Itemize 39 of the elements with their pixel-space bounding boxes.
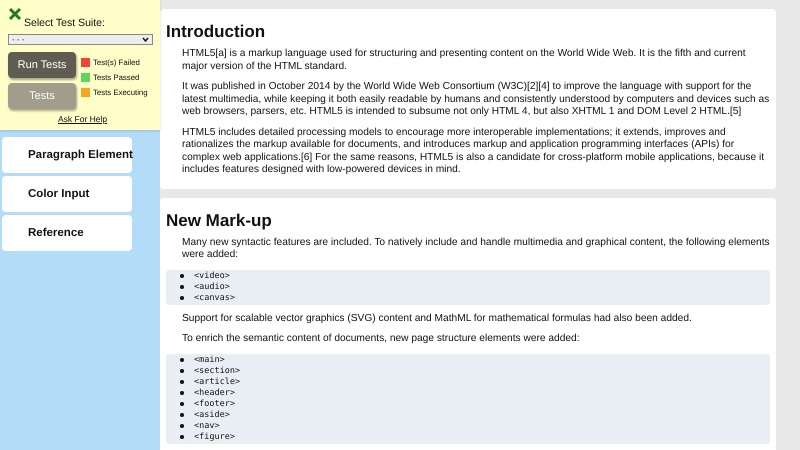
- close-icon[interactable]: [8, 7, 22, 21]
- paragraph: HTML5[a] is a markup language used for structuring and presenting content on the World Wide Web. It is the fifth and current major version of the HTML standard.: [181, 48, 747, 73]
- bullet-icon: [180, 358, 184, 362]
- code-item: <header>: [194, 388, 235, 398]
- panel-title: Select Test Suite:: [24, 17, 105, 29]
- bullet-icon: [180, 274, 184, 278]
- code-item: <video>: [194, 271, 230, 281]
- sidebar-item[interactable]: Paragraph Element: [2, 137, 132, 173]
- chevron-down-icon: [142, 37, 149, 42]
- code-item: <aside>: [194, 410, 230, 420]
- code-item: <figure>: [194, 432, 235, 442]
- code-item: <main>: [194, 355, 225, 365]
- sidebar-item[interactable]: Color Input: [2, 176, 132, 212]
- sidebar-item[interactable]: Reference: [2, 215, 132, 251]
- paragraph: HTML5 includes detailed processing models to encourage more interoperable implementations; it extends, improves and rationalizes the markup available for documents, and introduces markup and application programming interfaces (APIs) for complex web applications.[6] For the same reasons, HTML5 is also a candidate for cross-platform mobile applications, because it includes features designed with low-powered devices in mind.: [181, 126, 766, 176]
- code-item: <audio>: [194, 282, 230, 292]
- paragraph: It was published in October 2014 by the World Wide Web Consortium (W3C)[2][4] to improve the language with support for the latest multimedia, while keeping it both easily readable by humans and consistently understood by computers and devices such as web browsers, parsers, etc. HTML5 is intended to subsume not only HTML 4, but also XHTML 1 and DOM Level 2 HTML.[5]: [181, 81, 770, 118]
- bullet-icon: [180, 380, 184, 384]
- help-link[interactable]: Ask For Help: [58, 114, 108, 124]
- bullet-icon: [180, 391, 184, 395]
- section-heading: Introduction: [166, 22, 266, 42]
- test-button[interactable]: Run Tests: [8, 52, 76, 78]
- bullet-icon: [180, 402, 184, 406]
- bullet-icon: [180, 369, 184, 373]
- code-item: <section>: [194, 366, 240, 376]
- paragraph: Support for scalable vector graphics (SVG) content and MathML for mathematical formulas had also been added.: [181, 312, 693, 325]
- paragraph: Many new syntactic features are included. To natively include and handle multimedia and graphical content, the following elements were added:: [181, 236, 770, 262]
- bullet-icon: [180, 296, 184, 300]
- bullet-icon: [180, 435, 184, 439]
- suite-select[interactable]: - - -: [8, 34, 153, 45]
- section-heading: New Mark-up: [166, 210, 273, 230]
- code-item: <canvas>: [194, 293, 235, 303]
- code-item: <article>: [194, 377, 240, 387]
- code-item: <footer>: [194, 399, 235, 409]
- paragraph: To enrich the semantic content of documents, new page structure elements were added:: [181, 333, 581, 346]
- code-item: <nav>: [194, 421, 220, 431]
- bullet-icon: [180, 424, 184, 428]
- bullet-icon: [180, 285, 184, 289]
- bullet-icon: [180, 413, 184, 417]
